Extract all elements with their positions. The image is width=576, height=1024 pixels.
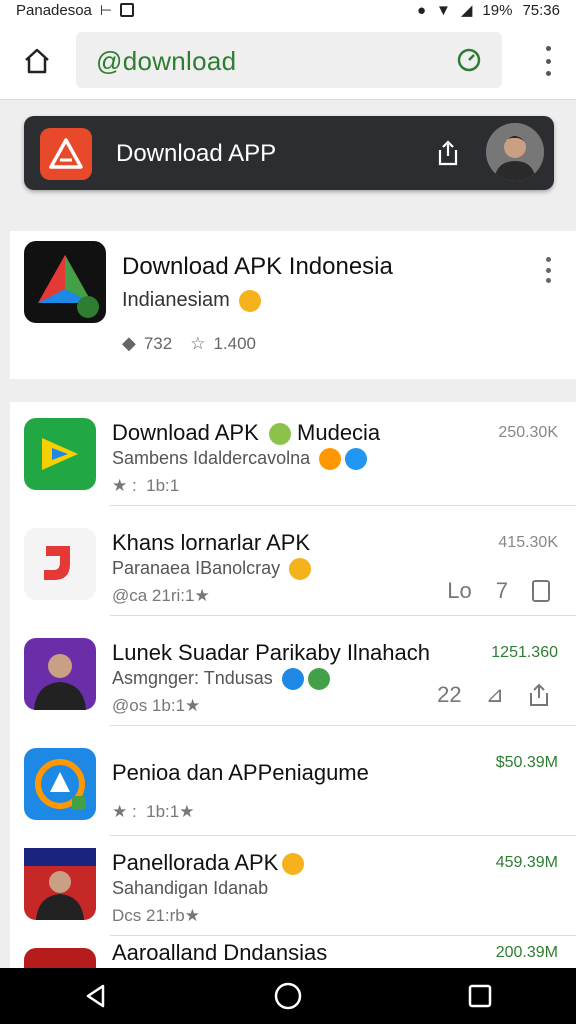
- app-subtitle: Sambens Idaldercavolna: [112, 448, 368, 471]
- list-item[interactable]: Aaroalland Dndansias 200.39M: [10, 932, 576, 968]
- app-title: Lunek Suadar Parikaby Ilnahach: [112, 640, 430, 665]
- app-meta: @ca 21ri:1★: [112, 586, 210, 605]
- app-meta: ★ : 1b:1: [112, 476, 180, 495]
- clock: 75:36: [522, 1, 560, 19]
- app-header: Download APP: [24, 116, 554, 190]
- list-item[interactable]: Panellorada APK Sahandigan Idanab Dcs 21…: [10, 832, 576, 936]
- app-icon: [24, 418, 96, 490]
- app-size: 459.39M: [495, 854, 558, 871]
- app-subtitle: Sahandigan Idanab: [112, 878, 269, 898]
- app-icon: [24, 848, 96, 920]
- system-nav-bar: [0, 968, 576, 1024]
- triangle-logo-icon: [49, 138, 83, 169]
- star-outline-icon: ☆: [190, 333, 206, 353]
- list-item[interactable]: Khans lornarlar APK Paranaea IBanolcray …: [10, 512, 576, 616]
- home-button[interactable]: [18, 42, 56, 80]
- tag-icon: ◆: [122, 333, 136, 353]
- action-count: 22: [437, 682, 462, 707]
- sim-icon: [120, 3, 135, 17]
- status-left-text: Panadesoa: [16, 1, 92, 19]
- list-item[interactable]: Penioa dan APPeniagume ★ : 1b:1★ $50.39M: [10, 732, 576, 836]
- featured-stats: ◆ 732 ☆ 1.400: [122, 333, 256, 354]
- app-title: Khans lornarlar APK: [112, 530, 311, 555]
- hash-icon: ⊢: [99, 1, 113, 18]
- sad-emoji-icon: [239, 289, 262, 312]
- app-size: 1251.360: [491, 644, 558, 661]
- app-meta: Dcs 21:rb★: [112, 906, 200, 925]
- app-icon: [24, 528, 96, 600]
- app-logo[interactable]: [40, 128, 92, 180]
- wifi-icon: ▼: [436, 1, 451, 19]
- row-actions: Lo 7: [447, 578, 550, 604]
- featured-subtitle: Indianesiam: [122, 289, 262, 312]
- location-icon: ●: [416, 1, 427, 19]
- home-nav-button[interactable]: [268, 976, 308, 1016]
- recents-button[interactable]: [460, 976, 500, 1016]
- signal-icon: ◢: [460, 2, 473, 19]
- app-subtitle: Asmgnger: Tndusas: [112, 668, 330, 691]
- app-title: Panellorada APK: [112, 850, 305, 876]
- back-button[interactable]: [76, 976, 116, 1016]
- address-bar[interactable]: @download: [76, 32, 502, 88]
- app-title: Download APK Mudecia: [112, 420, 381, 446]
- share-icon[interactable]: [436, 140, 460, 166]
- back-icon: [86, 984, 105, 1008]
- info-icon[interactable]: [532, 580, 550, 602]
- app-title: Aaroalland Dndansias: [112, 940, 328, 965]
- url-text: @download: [96, 46, 237, 76]
- app-size: 250.30K: [498, 424, 558, 441]
- row-actions: 22 ⊿: [437, 682, 550, 708]
- app-list: Download APK Mudecia Sambens Idaldercavo…: [10, 402, 576, 968]
- app-size: 200.39M: [495, 944, 558, 961]
- app-icon: [24, 948, 96, 968]
- app-subtitle: Paranaea IBanolcray: [112, 558, 312, 581]
- featured-app-card[interactable]: Download APK Indonesia Indianesiam ◆ 732…: [10, 231, 576, 379]
- rating-value: 1.400: [213, 333, 257, 353]
- circle-home-icon: [274, 982, 302, 1010]
- list-item[interactable]: Lunek Suadar Parikaby Ilnahach Asmgnger:…: [10, 622, 576, 726]
- home-icon: [25, 48, 49, 74]
- app-icon: [24, 748, 96, 820]
- app-meta: @os 1b:1★: [112, 696, 201, 715]
- tags-count: 732: [143, 333, 173, 353]
- featured-more-button[interactable]: [544, 257, 552, 283]
- list-item[interactable]: Download APK Mudecia Sambens Idaldercavo…: [10, 402, 576, 506]
- square-recents-icon: [468, 984, 492, 1008]
- app-size: 415.30K: [498, 534, 558, 551]
- app-title: Download APP: [116, 140, 277, 167]
- refresh-icon[interactable]: [456, 47, 482, 73]
- avatar[interactable]: [486, 123, 544, 181]
- app-meta: ★ : 1b:1★: [112, 802, 195, 821]
- status-bar: Panadesoa ⊢ ● ▼ ◢ 19% 75:36: [0, 0, 576, 20]
- action-label[interactable]: 7: [496, 578, 508, 604]
- app-title: Penioa dan APPeniagume: [112, 760, 369, 785]
- comment-icon[interactable]: ⊿: [486, 682, 504, 708]
- overflow-menu-button[interactable]: [544, 46, 552, 76]
- action-label[interactable]: Lo: [447, 578, 471, 604]
- share-icon[interactable]: [528, 683, 550, 707]
- app-icon: [24, 638, 96, 710]
- battery-text: 19%: [482, 1, 513, 19]
- app-size: $50.39M: [495, 754, 558, 771]
- featured-app-icon: [24, 241, 106, 323]
- featured-title: Download APK Indonesia: [122, 253, 393, 280]
- browser-toolbar: @download: [0, 20, 576, 100]
